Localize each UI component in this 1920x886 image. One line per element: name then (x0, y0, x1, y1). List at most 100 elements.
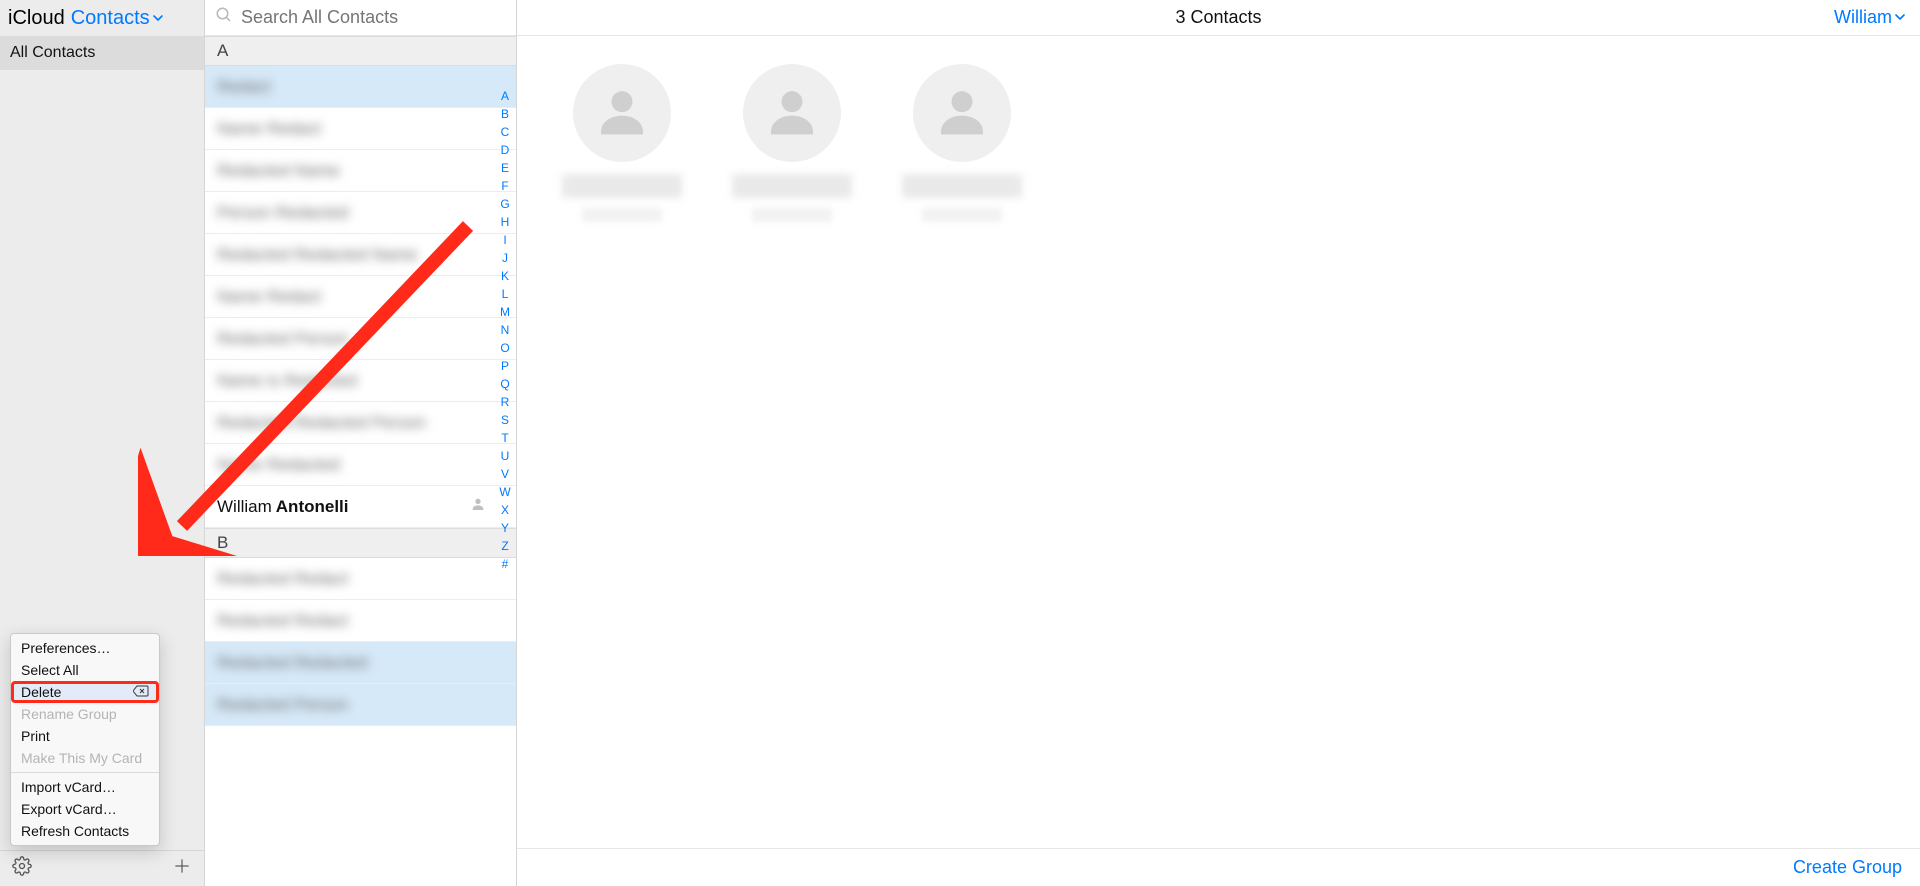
section-header-b: B (205, 528, 516, 558)
az-index-letter[interactable]: M (500, 306, 510, 318)
az-index-letter[interactable]: Z (501, 540, 508, 552)
sidebar-header: iCloud Contacts (0, 0, 204, 36)
contact-row[interactable]: Redacted Redact (205, 600, 516, 642)
sidebar-group-all-contacts[interactable]: All Contacts (0, 36, 204, 70)
az-index-letter[interactable]: B (501, 108, 509, 120)
az-index-letter[interactable]: T (501, 432, 508, 444)
az-index-letter[interactable]: P (501, 360, 509, 372)
menu-preferences[interactable]: Preferences… (11, 637, 159, 659)
az-index-letter[interactable]: H (501, 216, 510, 228)
menu-make-my-card: Make This My Card (11, 747, 159, 769)
contact-row[interactable]: Redacted Redacted Name (205, 234, 516, 276)
app-switcher[interactable]: Contacts (71, 7, 164, 30)
person-icon (594, 83, 650, 144)
section-header-a: A (205, 36, 516, 66)
selected-contact-card[interactable] (727, 64, 857, 222)
menu-refresh-contacts[interactable]: Refresh Contacts (11, 820, 159, 842)
card-sub-redacted (922, 208, 1002, 222)
contact-row[interactable]: Redact (205, 66, 516, 108)
plus-icon (172, 856, 192, 881)
gear-context-menu: Preferences… Select All Delete Rename Gr… (10, 633, 160, 846)
menu-print[interactable]: Print (11, 725, 159, 747)
az-index-letter[interactable]: L (502, 288, 509, 300)
gear-button[interactable] (10, 857, 34, 881)
person-icon (764, 83, 820, 144)
contact-row-william-antonelli[interactable]: William Antonelli (205, 486, 516, 528)
chevron-down-icon (152, 7, 164, 30)
chevron-down-icon (1894, 7, 1906, 28)
contact-row[interactable]: Person Redacted (205, 192, 516, 234)
search-bar[interactable] (205, 0, 516, 36)
create-group-button[interactable]: Create Group (1793, 857, 1902, 878)
menu-export-vcard[interactable]: Export vCard… (11, 798, 159, 820)
menu-delete[interactable]: Delete (11, 681, 159, 703)
contact-row[interactable]: Redacted Redact (205, 558, 516, 600)
az-index-letter[interactable]: # (502, 558, 509, 570)
detail-footer: Create Group (517, 848, 1920, 886)
contact-row[interactable]: Redacted Redacted (205, 642, 516, 684)
selected-cards (557, 64, 1880, 222)
contact-row[interactable]: Redacted Redacted Person (205, 402, 516, 444)
detail-body (517, 36, 1920, 848)
card-name-redacted (562, 174, 682, 198)
avatar-placeholder (913, 64, 1011, 162)
card-name-redacted (902, 174, 1022, 198)
contact-first-name: William (217, 497, 272, 517)
contact-row[interactable]: Redacted Person (205, 318, 516, 360)
az-index-letter[interactable]: E (501, 162, 509, 174)
avatar-placeholder (743, 64, 841, 162)
app-switcher-label: Contacts (71, 7, 150, 30)
az-index-letter[interactable]: C (501, 126, 510, 138)
search-input[interactable] (241, 7, 506, 28)
selected-contact-card[interactable] (557, 64, 687, 222)
az-index-letter[interactable]: F (501, 180, 508, 192)
contact-row[interactable]: Name Redacted (205, 444, 516, 486)
az-index-letter[interactable]: R (501, 396, 510, 408)
menu-select-all[interactable]: Select All (11, 659, 159, 681)
backspace-icon (133, 685, 149, 700)
az-index-letter[interactable]: K (501, 270, 509, 282)
az-index-letter[interactable]: S (501, 414, 509, 426)
card-name-redacted (732, 174, 852, 198)
gear-icon (12, 856, 32, 881)
az-index-letter[interactable]: U (501, 450, 510, 462)
az-index-letter[interactable]: X (501, 504, 509, 516)
sidebar-group-label: All Contacts (10, 44, 95, 62)
menu-import-vcard[interactable]: Import vCard… (11, 776, 159, 798)
az-index-letter[interactable]: Q (500, 378, 509, 390)
az-index-letter[interactable]: O (500, 342, 509, 354)
sidebar-footer (0, 850, 204, 886)
contact-row[interactable]: Name Redact (205, 276, 516, 318)
az-index-letter[interactable]: J (502, 252, 508, 264)
menu-rename-group: Rename Group (11, 703, 159, 725)
az-index-letter[interactable]: D (501, 144, 510, 156)
contact-list-scroll[interactable]: A Redact Name Redact Redacted Name Perso… (205, 36, 516, 886)
alphabet-index[interactable]: ABCDEFGHIJKLMNOPQRSTUVWXYZ # (496, 90, 514, 570)
az-index-letter[interactable]: A (501, 90, 509, 102)
contact-row[interactable]: Redacted Person (205, 684, 516, 726)
selection-count: 3 Contacts (1175, 7, 1261, 28)
card-sub-redacted (582, 208, 662, 222)
me-card-icon (470, 496, 486, 517)
user-menu[interactable]: William (1834, 7, 1920, 28)
az-index-letter[interactable]: Y (501, 522, 509, 534)
search-icon (215, 6, 233, 29)
card-sub-redacted (752, 208, 832, 222)
brand-label: iCloud (8, 7, 65, 30)
detail-header: 3 Contacts William (517, 0, 1920, 36)
detail-pane: 3 Contacts William (517, 0, 1920, 886)
az-index-letter[interactable]: W (499, 486, 510, 498)
az-index-letter[interactable]: N (501, 324, 510, 336)
az-index-letter[interactable]: G (500, 198, 509, 210)
az-index-letter[interactable]: I (503, 234, 506, 246)
az-index-letter[interactable]: V (501, 468, 509, 480)
contact-row[interactable]: Redacted Name (205, 150, 516, 192)
contact-row[interactable]: Name is Redacted (205, 360, 516, 402)
add-button[interactable] (170, 857, 194, 881)
user-menu-label: William (1834, 7, 1892, 28)
selected-contact-card[interactable] (897, 64, 1027, 222)
menu-separator (11, 772, 159, 773)
sidebar: iCloud Contacts All Contacts (0, 0, 205, 886)
avatar-placeholder (573, 64, 671, 162)
contact-row[interactable]: Name Redact (205, 108, 516, 150)
